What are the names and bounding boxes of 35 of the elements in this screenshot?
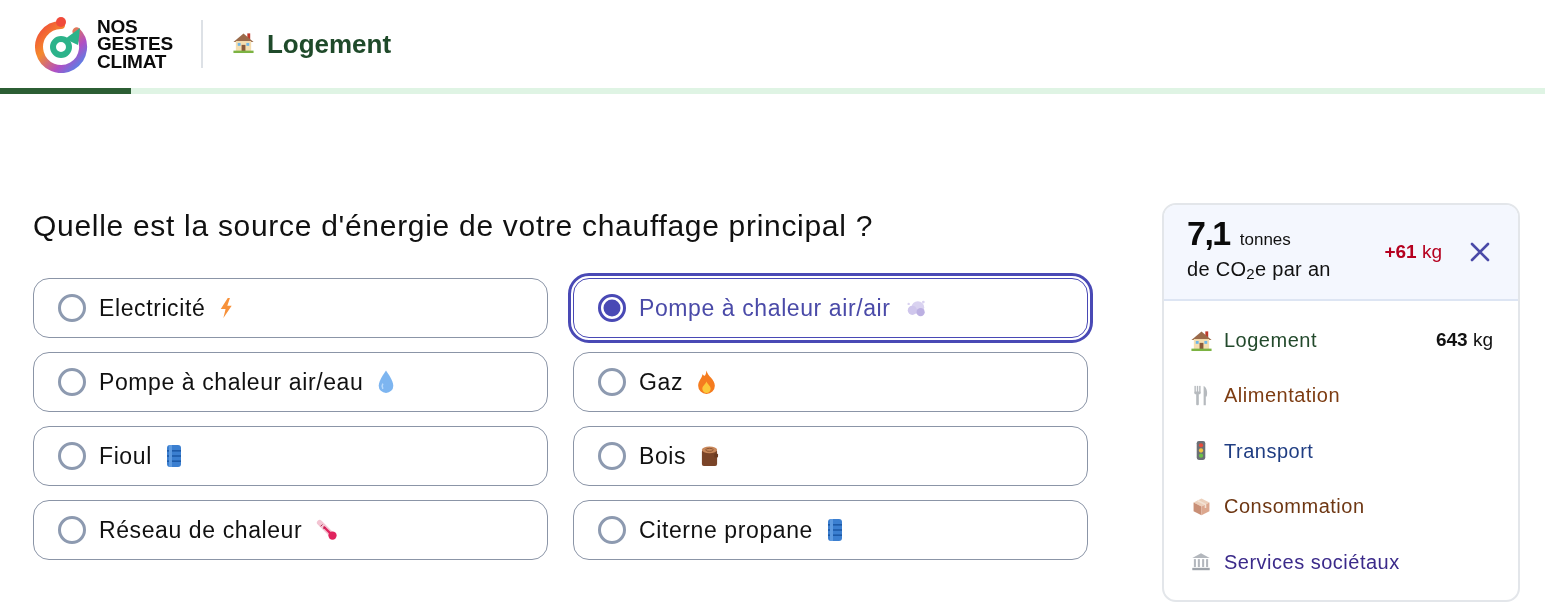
total-caption: de CO$_{2}$e par an: [1187, 256, 1331, 281]
log-icon: [700, 444, 720, 468]
package-icon: [1191, 496, 1211, 516]
category-label: Logement: [1224, 327, 1317, 353]
category-label: Services sociétaux: [1224, 549, 1400, 575]
question-text: Quelle est la source d'énergie de votre chauffage principal ?: [33, 209, 875, 243]
barrel-icon: [826, 518, 843, 542]
change-value: +61 kg: [1384, 239, 1442, 264]
category-label: Alimentation: [1224, 383, 1341, 409]
logo-text: NOS GESTES CLIMAT: [97, 17, 173, 71]
category-label: Transport: [1224, 438, 1314, 464]
answer-option[interactable]: Gaz: [573, 352, 1088, 412]
barrel-icon: [165, 444, 182, 468]
answer-option[interactable]: Electricité: [33, 278, 548, 338]
flame-icon: [697, 369, 716, 395]
building-icon: [1191, 552, 1211, 572]
total-unit: tonnes: [1239, 229, 1291, 251]
house-icon: [231, 30, 255, 54]
answer-option[interactable]: Pompe à chaleur air/eau: [33, 352, 548, 412]
total-value: 7,1: [1187, 215, 1230, 251]
traffic-light-icon: [1195, 440, 1207, 462]
fork-knife-icon: [1193, 384, 1209, 406]
logo-icon: [35, 15, 89, 73]
droplet-icon: [377, 370, 396, 394]
category-label: Consommation: [1224, 494, 1365, 520]
close-button[interactable]: [1468, 240, 1492, 264]
answer-option[interactable]: Citerne propane: [573, 500, 1088, 560]
lightning-icon: [219, 297, 234, 319]
section-title: Logement: [266, 27, 392, 61]
category-value: 643 kg: [1435, 327, 1493, 352]
thermometer-icon: [316, 519, 339, 541]
answer-option[interactable]: Bois: [573, 426, 1088, 486]
answer-option[interactable]: Réseau de chaleur: [33, 500, 548, 560]
answer-option[interactable]: Fioul: [33, 426, 548, 486]
close-icon: [1470, 242, 1490, 262]
